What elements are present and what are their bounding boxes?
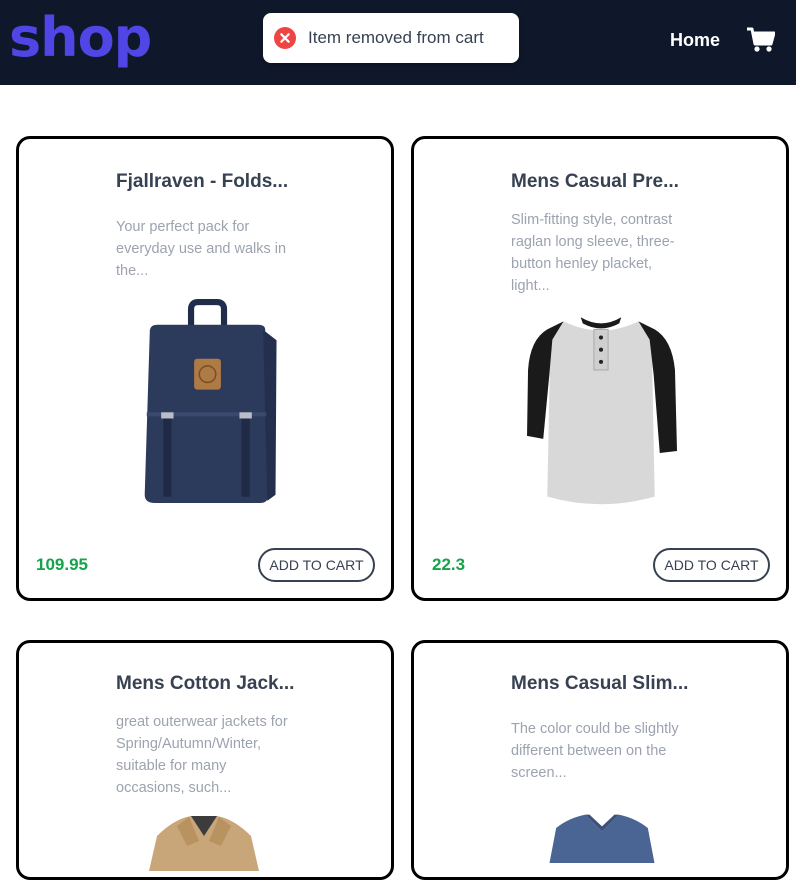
product-description: great outerwear jackets for Spring/Autum… (116, 714, 288, 796)
product-title[interactable]: Fjallraven - Folds... (116, 171, 288, 193)
product-card: Mens Cotton Jack... great outerwear jack… (16, 640, 394, 880)
product-title[interactable]: Mens Cotton Jack... (116, 673, 294, 695)
nav-home-link[interactable]: Home (670, 30, 720, 51)
product-description: Your perfect pack for everyday use and w… (116, 219, 287, 279)
product-card: Mens Casual Slim... The color could be s… (411, 640, 789, 880)
product-card: Fjallraven - Folds... Your perfect pack … (16, 136, 394, 601)
product-title[interactable]: Mens Casual Pre... (511, 171, 679, 193)
product-price: 109.95 (36, 555, 88, 574)
product-card: Mens Casual Pre... Slim-fitting style, c… (411, 136, 789, 601)
product-image-vneck-shirt[interactable] (527, 813, 677, 863)
logo[interactable]: shop (9, 2, 152, 74)
product-title[interactable]: Mens Casual Slim... (511, 673, 688, 695)
product-description: Slim-fitting style, contrast raglan long… (511, 212, 675, 294)
add-to-cart-button[interactable]: ADD TO CART (653, 548, 770, 582)
toast-message: Item removed from cart (308, 28, 484, 47)
product-description: The color could be slightly different be… (511, 721, 679, 781)
navbar: shop Item removed from cart Home (0, 0, 796, 85)
error-icon (274, 27, 296, 49)
toast-notification: Item removed from cart (263, 13, 519, 63)
cart-icon[interactable] (747, 27, 775, 53)
add-to-cart-button[interactable]: ADD TO CART (258, 548, 375, 582)
product-image-raglan-shirt[interactable] (525, 309, 677, 512)
product-image-jacket[interactable] (129, 811, 279, 871)
product-price: 22.3 (432, 555, 466, 574)
product-image-backpack[interactable] (134, 299, 279, 505)
